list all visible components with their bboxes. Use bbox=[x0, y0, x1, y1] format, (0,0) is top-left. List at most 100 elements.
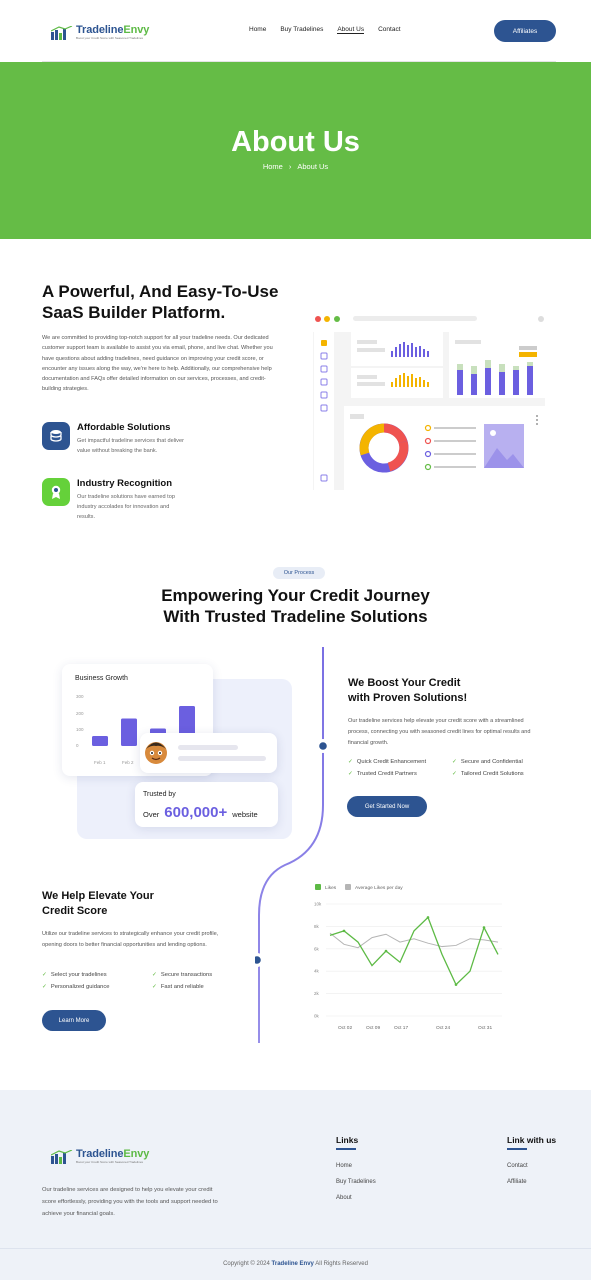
check-icon: ✓ bbox=[152, 984, 157, 990]
coins-icon bbox=[42, 422, 70, 450]
chart-grid bbox=[326, 903, 502, 1017]
legend-average: Average Likes per day bbox=[355, 885, 403, 891]
header-logo[interactable]: TradelineEnvy Boost your Credit Score wi… bbox=[51, 24, 149, 40]
main-nav: Home Buy Tradelines About Us Contact bbox=[249, 26, 401, 34]
elevate-paragraph: Utilize our tradeline services to strate… bbox=[42, 931, 219, 948]
profile-card bbox=[140, 733, 277, 773]
award-icon bbox=[42, 478, 70, 506]
trusted-by-card: Trusted by Over 600,000+ website bbox=[135, 782, 278, 827]
nav-contact[interactable]: Contact bbox=[378, 26, 400, 34]
check-item: ✓ Secure and Confidential bbox=[452, 759, 523, 765]
growth-x-tick: Feb 2 bbox=[122, 760, 134, 765]
check-item: ✓ Personalized guidance bbox=[42, 984, 110, 990]
footer-logo[interactable]: TradelineEnvy Boost your Credit Score wi… bbox=[51, 1148, 149, 1164]
logo-bars-icon bbox=[51, 26, 73, 40]
nav-buy-tradelines[interactable]: Buy Tradelines bbox=[280, 26, 323, 34]
growth-y-tick: 200 bbox=[76, 711, 84, 716]
likes-point bbox=[454, 983, 458, 986]
breadcrumb-current: About Us bbox=[297, 162, 329, 171]
placeholder-line bbox=[178, 745, 238, 750]
trusted-by-label: Trusted by bbox=[143, 791, 176, 798]
likes-point bbox=[482, 926, 486, 929]
growth-card-title: Business Growth bbox=[75, 675, 128, 682]
footer-link-about[interactable]: About bbox=[336, 1195, 352, 1201]
footer-paragraph: Our tradeline services are designed to h… bbox=[42, 1187, 218, 1217]
y-tick-label: 6k bbox=[314, 946, 320, 951]
growth-y-tick: 300 bbox=[76, 694, 84, 699]
feature-industry: Industry Recognition Our tradeline solut… bbox=[42, 478, 202, 522]
page-title: About Us bbox=[231, 126, 360, 158]
y-tick-label: 10k bbox=[314, 902, 322, 907]
footer-link-affiliate[interactable]: Affiliate bbox=[507, 1179, 527, 1185]
logo-name: TradelineEnvy bbox=[76, 24, 150, 36]
affiliates-button[interactable]: Affiliates bbox=[494, 20, 556, 42]
window-dot-yellow bbox=[324, 316, 330, 322]
feature-title: Industry Recognition bbox=[77, 478, 172, 489]
growth-bar bbox=[121, 718, 137, 746]
check-icon: ✓ bbox=[42, 984, 47, 990]
window-dot-red bbox=[315, 316, 321, 322]
footer-link-with-us-title: Link with us bbox=[507, 1135, 557, 1145]
learn-more-button[interactable]: Learn More bbox=[42, 1010, 106, 1031]
elevate-heading-line1: We Help Elevate Your bbox=[42, 890, 154, 902]
process-heading: Empowering Your Credit Journey With Trus… bbox=[0, 585, 591, 627]
growth-y-tick: 0 bbox=[76, 743, 79, 748]
about-heading: A Powerful, And Easy-To-Use SaaS Builder… bbox=[42, 282, 279, 322]
y-tick-label: 0k bbox=[314, 1014, 320, 1019]
x-tick-label: Oct 09 bbox=[366, 1025, 380, 1031]
check-icon: ✓ bbox=[152, 972, 157, 978]
feature-title: Affordable Solutions bbox=[77, 422, 171, 433]
likes-point bbox=[384, 949, 388, 953]
footer-link-contact[interactable]: Contact bbox=[507, 1163, 528, 1169]
breadcrumb-separator-icon: › bbox=[288, 162, 292, 171]
footer-link-buy-tradelines[interactable]: Buy Tradelines bbox=[336, 1179, 376, 1185]
elevate-heading-line2: Credit Score bbox=[42, 905, 108, 917]
boost-heading-line2: with Proven Solutions! bbox=[348, 692, 468, 704]
trust-suffix: website bbox=[232, 810, 258, 819]
nav-about-us[interactable]: About Us bbox=[337, 26, 365, 34]
check-item: ✓ Secure transactions bbox=[152, 972, 213, 978]
logo-tagline: Boost your Credit Score with Seasoned Tr… bbox=[76, 36, 144, 40]
logo-tagline: Boost your Credit Score with Seasoned Tr… bbox=[76, 1160, 144, 1164]
boost-paragraph: Our tradeline services help elevate your… bbox=[348, 718, 531, 746]
copyright: Copyright © 2024 Tradeline Envy All Righ… bbox=[0, 1261, 591, 1267]
feature-affordable: Affordable Solutions Get impactful trade… bbox=[42, 422, 202, 456]
likes-point bbox=[426, 916, 430, 919]
dashboard-illustration bbox=[313, 310, 545, 490]
copyright-brand[interactable]: Tradeline Envy bbox=[272, 1261, 314, 1267]
about-paragraph: We are committed to providing top-notch … bbox=[42, 335, 273, 393]
footer-links-title: Links bbox=[336, 1135, 359, 1145]
footer-divider bbox=[0, 1248, 591, 1249]
process-heading-line2: With Trusted Tradeline Solutions bbox=[163, 607, 428, 626]
logo-name: TradelineEnvy bbox=[76, 1148, 150, 1160]
trusted-by-row: Over 600,000+ website bbox=[143, 804, 258, 821]
nav-home[interactable]: Home bbox=[249, 26, 266, 34]
growth-bar bbox=[92, 736, 108, 746]
check-item: ✓ Tailored Credit Solutions bbox=[452, 771, 524, 777]
y-tick-label: 2k bbox=[314, 991, 320, 996]
avatar bbox=[142, 738, 170, 766]
boost-heading-line1: We Boost Your Credit bbox=[348, 677, 461, 689]
boost-heading: We Boost Your Credit with Proven Solutio… bbox=[348, 676, 467, 706]
y-tick-label: 8k bbox=[314, 924, 320, 929]
trust-count: 600,000+ bbox=[164, 804, 228, 821]
y-tick-label: 4k bbox=[314, 969, 320, 974]
elevate-heading: We Help Elevate Your Credit Score bbox=[42, 889, 154, 919]
check-icon: ✓ bbox=[452, 759, 457, 765]
footer-link-home[interactable]: Home bbox=[336, 1163, 352, 1169]
window-dot-green bbox=[334, 316, 340, 322]
process-heading-line1: Empowering Your Credit Journey bbox=[161, 586, 430, 605]
check-icon: ✓ bbox=[452, 771, 457, 777]
check-item: ✓ Fast and reliable bbox=[152, 984, 204, 990]
boost-checklist: ✓ Quick Credit Enhancement ✓ Secure and Co… bbox=[348, 759, 542, 777]
breadcrumb-home[interactable]: Home bbox=[263, 162, 283, 171]
check-icon: ✓ bbox=[42, 972, 47, 978]
legend-swatch-likes bbox=[315, 884, 321, 890]
x-tick-label: Oct 17 bbox=[394, 1025, 408, 1031]
x-tick-label: Oct 24 bbox=[436, 1025, 450, 1031]
get-started-button[interactable]: Get Started Now bbox=[347, 796, 427, 817]
chart-y-ticks: 0k 2k 4k 6k 8k 10k bbox=[314, 902, 322, 1019]
placeholder-line bbox=[178, 756, 266, 761]
hero-banner: About Us Home › About Us bbox=[0, 62, 591, 239]
legend-likes: Likes bbox=[325, 885, 337, 891]
